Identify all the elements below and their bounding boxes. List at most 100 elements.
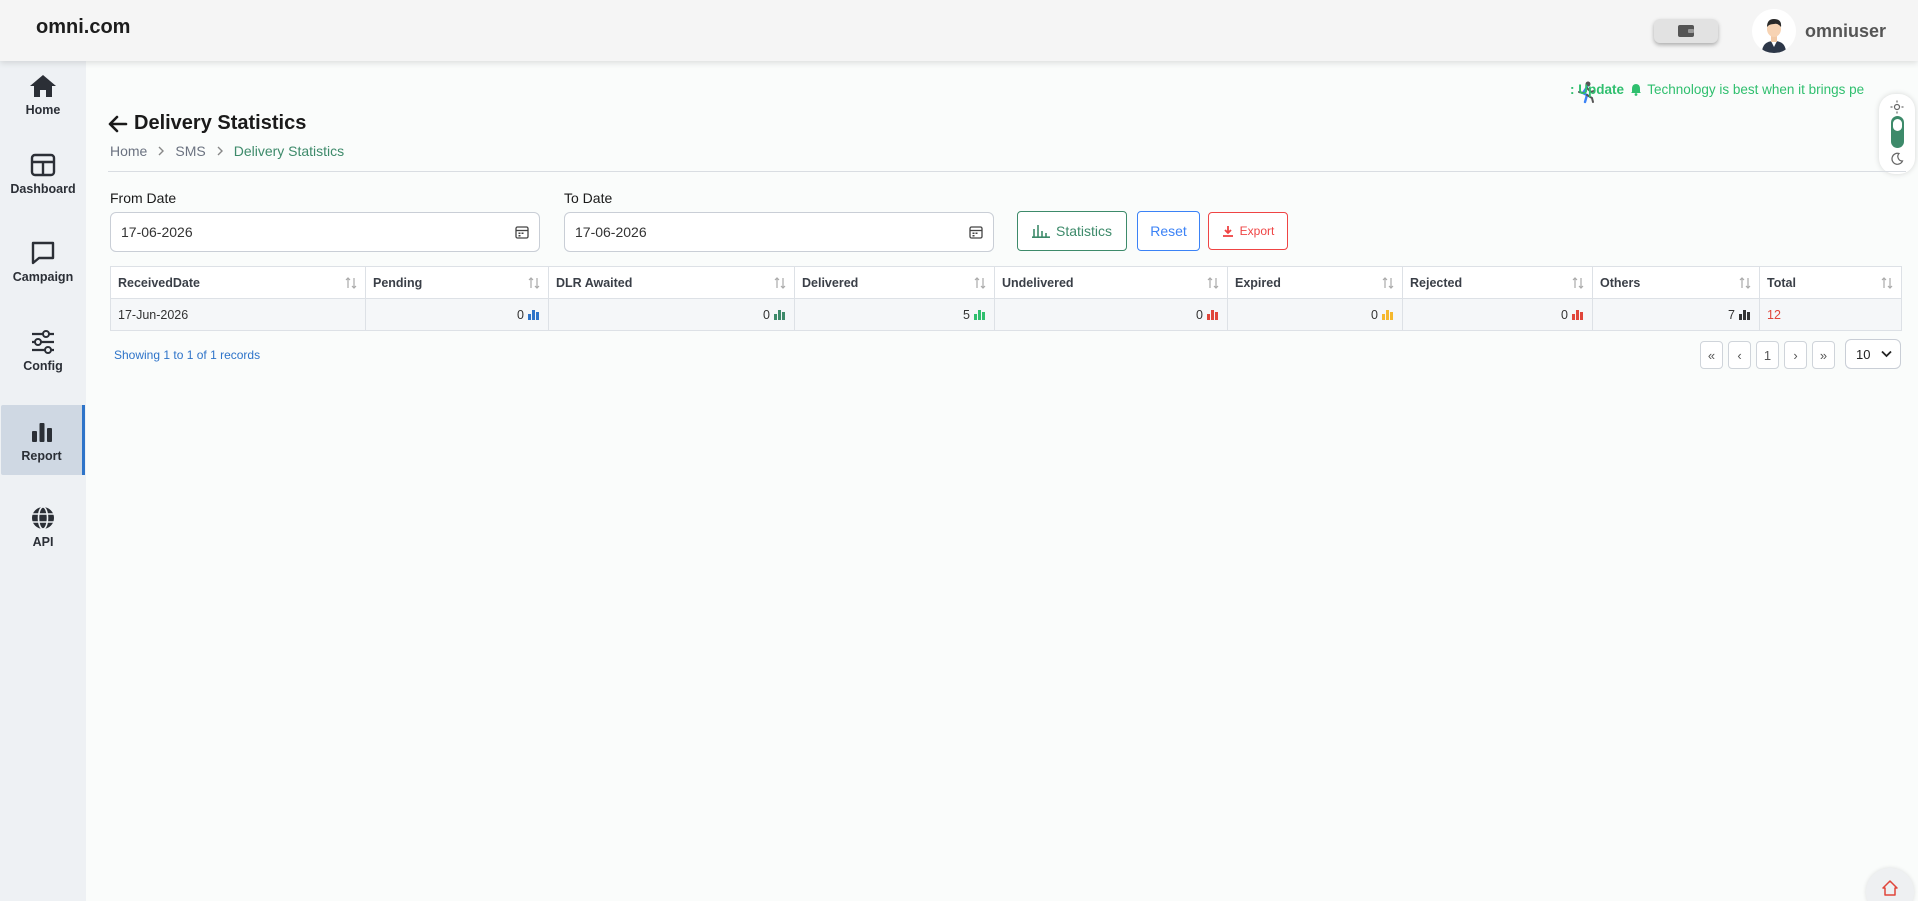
column-header-pending[interactable]: Pending [365,266,549,299]
cell-delivered[interactable]: 5 [794,298,995,331]
bell-icon [1630,83,1642,99]
dashboard-icon [30,150,56,180]
to-date-value: 17-06-2026 [575,224,647,240]
mini-bar-chart-icon[interactable] [974,309,985,320]
mini-bar-chart-icon[interactable] [1572,309,1583,320]
export-button[interactable]: Export [1208,212,1288,250]
floating-home-button[interactable] [1866,868,1914,901]
export-button-label: Export [1239,224,1275,238]
pagination: « ‹ 1 › » [1700,341,1835,369]
mini-bar-chart-icon[interactable] [774,309,785,320]
from-date-label: From Date [110,190,177,206]
column-header-dlr-awaited[interactable]: DLR Awaited [548,266,795,299]
username[interactable]: omniuser [1805,21,1886,42]
theme-toggle[interactable] [1879,94,1915,174]
sidebar: Home Dashboard Campaign Config Report AP… [0,61,86,901]
column-header-total[interactable]: Total [1759,266,1902,299]
reset-button[interactable]: Reset [1137,211,1200,251]
sort-icon[interactable] [1382,277,1394,289]
sidebar-item-campaign[interactable]: Campaign [0,238,86,284]
sort-icon[interactable] [1739,277,1751,289]
cell-rejected[interactable]: 0 [1402,298,1593,331]
back-arrow-icon[interactable] [108,115,128,133]
mini-bar-chart-icon[interactable] [1207,309,1218,320]
statistics-button[interactable]: Statistics [1017,211,1127,251]
cell-received-date: 17-Jun-2026 [110,298,366,331]
column-header-label: ReceivedDate [118,275,200,290]
home-icon [29,71,57,101]
mini-bar-chart-icon[interactable] [1382,309,1393,320]
breadcrumb-home[interactable]: Home [110,143,147,159]
cell-value: 7 [1728,307,1735,322]
sidebar-item-label: API [32,535,54,549]
cell-total: 12 [1759,298,1902,331]
column-header-receiveddate[interactable]: ReceivedDate [110,266,366,299]
breadcrumb-current: Delivery Statistics [233,143,345,159]
delivery-stats-table: ReceivedDate Pending DLR Awaited Deliver… [110,266,1902,331]
from-date-input[interactable]: 17-06-2026 [110,212,540,252]
chat-icon [29,238,57,268]
column-header-expired[interactable]: Expired [1227,266,1403,299]
marquee-label: : Update [1570,82,1624,97]
sort-icon[interactable] [1881,277,1893,289]
chevron-right-icon [217,146,223,156]
cell-others[interactable]: 7 [1592,298,1760,331]
download-icon [1222,226,1233,237]
wallet-button[interactable] [1654,19,1718,43]
to-date-input[interactable]: 17-06-2026 [564,212,994,252]
cell-dlr-awaited[interactable]: 0 [548,298,795,331]
marquee-text: Technology is best when it brings pe [1647,82,1865,97]
page-1-button[interactable]: 1 [1756,341,1779,369]
cell-undelivered[interactable]: 0 [994,298,1228,331]
sidebar-item-label: Report [21,449,62,463]
app-logo[interactable]: omni.com [36,16,130,39]
prev-page-button[interactable]: ‹ [1728,341,1751,369]
sort-icon[interactable] [345,277,357,289]
cell-value: 5 [963,307,970,322]
column-header-others[interactable]: Others [1592,266,1760,299]
sun-icon [1890,100,1904,114]
column-header-label: DLR Awaited [556,275,633,290]
sort-icon[interactable] [774,277,786,289]
mini-bar-chart-icon[interactable] [528,309,539,320]
cell-pending[interactable]: 0 [365,298,549,331]
column-header-undelivered[interactable]: Undelivered [994,266,1228,299]
calendar-icon[interactable] [515,225,529,239]
sort-icon[interactable] [1207,277,1219,289]
table-header-row: ReceivedDate Pending DLR Awaited Deliver… [110,266,1902,299]
user-avatar[interactable] [1752,9,1796,53]
cell-value: 0 [763,307,770,322]
table-row: 17-Jun-2026 0 0 5 0 0 0 7 12 [110,298,1902,331]
sidebar-item-label: Config [23,359,63,373]
cell-value: 0 [1371,307,1378,322]
divider [108,171,1906,172]
column-header-rejected[interactable]: Rejected [1402,266,1593,299]
sidebar-item-dashboard[interactable]: Dashboard [0,150,86,196]
mini-bar-chart-icon[interactable] [1739,309,1750,320]
calendar-icon[interactable] [969,225,983,239]
sidebar-item-api[interactable]: API [0,503,86,549]
home-icon [1882,880,1898,896]
top-header: omni.com omniuser [0,0,1918,61]
reset-button-label: Reset [1150,223,1187,239]
last-page-button[interactable]: » [1812,341,1835,369]
column-header-delivered[interactable]: Delivered [794,266,995,299]
sidebar-item-home[interactable]: Home [0,71,86,117]
sort-icon[interactable] [974,277,986,289]
sidebar-item-label: Campaign [12,270,74,284]
column-header-label: Others [1600,275,1641,290]
first-page-button[interactable]: « [1700,341,1723,369]
sort-icon[interactable] [528,277,540,289]
sidebar-item-config[interactable]: Config [0,327,86,373]
cell-expired[interactable]: 0 [1227,298,1403,331]
sort-icon[interactable] [1572,277,1584,289]
breadcrumb-sms[interactable]: SMS [175,143,205,159]
sidebar-item-label: Home [25,103,61,117]
page-size-value: 10 [1856,346,1871,362]
column-header-label: Delivered [802,275,859,290]
cell-value: 0 [1196,307,1203,322]
next-page-button[interactable]: › [1784,341,1807,369]
globe-icon [30,503,56,533]
page-size-select[interactable]: 10 [1845,339,1901,369]
sidebar-item-report[interactable]: Report [1,405,85,475]
